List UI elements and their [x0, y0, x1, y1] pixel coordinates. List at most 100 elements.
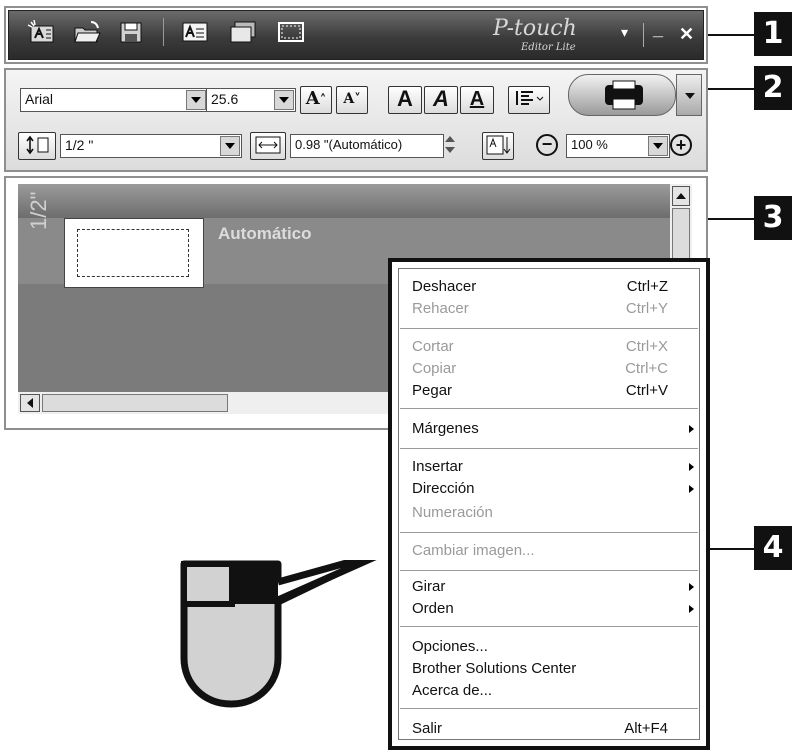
menu-item-order[interactable]: Orden [412, 598, 694, 620]
label-width-value: 0.98 "(Automático) [295, 137, 403, 152]
label-width-field[interactable]: 0.98 "(Automático) [290, 134, 444, 158]
menu-item-cut[interactable]: Cortar Ctrl+X [412, 336, 694, 358]
new-icon[interactable] [27, 19, 55, 44]
menu-separator [400, 532, 698, 533]
scroll-left-button[interactable] [20, 394, 40, 412]
shrink-font-button[interactable]: A˅ [336, 86, 368, 114]
menu-item-brother-solutions-center[interactable]: Brother Solutions Center [412, 658, 694, 680]
menu-item-exit[interactable]: Salir Alt+F4 [412, 718, 694, 740]
shrink-font-label: A [343, 91, 355, 107]
label-width-icon-button[interactable] [250, 132, 286, 160]
spin-up-icon[interactable] [445, 136, 455, 142]
menu-item-rotate[interactable]: Girar [412, 576, 694, 598]
arrow-left-icon [27, 398, 33, 408]
menu-shortcut: Ctrl+Z [626, 278, 668, 295]
image-icon[interactable] [229, 20, 257, 44]
menu-separator [400, 708, 698, 709]
vertical-text-icon [486, 135, 511, 155]
menu-item-label: Brother Solutions Center [412, 660, 577, 677]
grow-font-label: A [305, 88, 320, 109]
tape-length-combo[interactable]: 1/2 " [60, 134, 242, 158]
chevron-down-icon [685, 93, 695, 99]
menu-item-insert[interactable]: Insertar [412, 456, 694, 478]
callout-leader-4 [710, 548, 754, 550]
underline-button[interactable]: A [460, 86, 494, 114]
menu-shortcut: Ctrl+C [625, 360, 668, 377]
bold-button[interactable]: A [388, 86, 422, 114]
menu-item-label: Salir [412, 720, 443, 737]
menu-separator [400, 328, 698, 329]
menu-dropdown-icon[interactable]: ▾ [621, 24, 628, 41]
menu-item-change-image[interactable]: Cambiar imagen... [412, 540, 694, 562]
font-value: Arial [25, 91, 54, 107]
print-options-button[interactable] [676, 74, 702, 116]
menu-item-redo[interactable]: Rehacer Ctrl+Y [412, 298, 694, 320]
menu-item-label: Rehacer [412, 300, 469, 317]
horizontal-scroll-thumb[interactable] [42, 394, 228, 412]
font-combo[interactable]: Arial [20, 88, 208, 112]
length-icon-button[interactable] [18, 132, 56, 160]
menu-item-label: Orden [412, 600, 454, 617]
print-button[interactable] [568, 74, 676, 116]
menu-item-numbering[interactable]: Numeración [412, 502, 694, 524]
menu-separator [400, 626, 698, 627]
menu-item-label: Opciones... [412, 638, 488, 655]
text-object[interactable] [77, 229, 189, 277]
width-spinner[interactable] [442, 133, 458, 157]
menu-item-label: Márgenes [412, 420, 479, 437]
submenu-arrow-icon [689, 605, 694, 613]
spin-down-icon[interactable] [445, 147, 455, 153]
zoom-in-button[interactable]: + [670, 134, 692, 156]
scroll-thumb[interactable] [672, 208, 690, 264]
open-folder-icon[interactable] [73, 20, 101, 44]
menu-shortcut: Ctrl+Y [625, 300, 668, 317]
zoom-combo[interactable]: 100 % [566, 134, 670, 158]
command-bar-frame: P-touch Editor Lite ▾ _ ✕ [4, 6, 708, 64]
chevron-down-icon[interactable] [648, 136, 668, 156]
callout-leader-2 [708, 88, 754, 90]
property-bar-frame: Arial 25.6 A˄ A˅ A A A 1/2 " 0.98 "(Auto… [4, 68, 708, 172]
menu-item-about[interactable]: Acerca de... [412, 680, 694, 702]
zoom-value: 100 % [571, 137, 608, 152]
chevron-down-icon[interactable] [186, 90, 206, 110]
label-canvas[interactable] [64, 218, 204, 288]
close-button[interactable]: ✕ [679, 24, 694, 45]
text-icon[interactable] [181, 20, 209, 44]
ptouch-logo: P-touch [493, 16, 577, 41]
chevron-down-icon[interactable] [274, 90, 294, 110]
tape-length-icon [26, 135, 49, 155]
menu-item-margins[interactable]: Márgenes [412, 418, 694, 440]
align-left-icon [516, 91, 544, 105]
menu-item-direction[interactable]: Dirección [412, 478, 694, 500]
menu-shortcut: Ctrl+V [625, 382, 668, 399]
submenu-arrow-icon [689, 583, 694, 591]
menu-item-label: Girar [412, 578, 446, 595]
size-combo[interactable]: 25.6 [206, 88, 296, 112]
menu-shortcut: Ctrl+X [625, 338, 668, 355]
menu-item-undo[interactable]: Deshacer Ctrl+Z [412, 276, 694, 298]
arrow-up-icon [676, 193, 686, 199]
mouse-right-click-illustration [180, 560, 377, 708]
menu-item-copy[interactable]: Copiar Ctrl+C [412, 358, 694, 380]
menu-item-label: Cambiar imagen... [412, 542, 535, 559]
italic-button[interactable]: A [424, 86, 458, 114]
menu-item-paste[interactable]: Pegar Ctrl+V [412, 380, 694, 402]
scroll-up-button[interactable] [672, 186, 690, 206]
grow-font-button[interactable]: A˄ [300, 86, 332, 114]
ruler-band [18, 184, 670, 218]
vertical-text-button[interactable] [482, 132, 514, 160]
menu-item-label: Insertar [412, 458, 463, 475]
menu-separator [400, 408, 698, 409]
frame-icon[interactable] [277, 20, 305, 44]
menu-item-label: Pegar [412, 382, 453, 399]
chevron-down-icon[interactable] [220, 136, 240, 156]
printer-icon [605, 80, 643, 110]
tape-width-label: 1/2" [26, 191, 51, 230]
zoom-out-button[interactable]: − [536, 134, 558, 156]
minimize-button[interactable]: _ [653, 19, 663, 40]
align-button[interactable] [508, 86, 550, 114]
save-icon[interactable] [117, 20, 145, 44]
callout-leader-1 [708, 34, 754, 36]
menu-item-label: Numeración [412, 504, 493, 521]
menu-item-options[interactable]: Opciones... [412, 636, 694, 658]
